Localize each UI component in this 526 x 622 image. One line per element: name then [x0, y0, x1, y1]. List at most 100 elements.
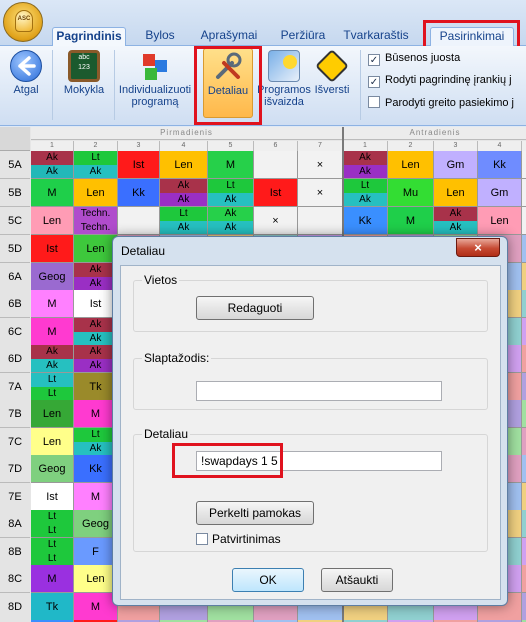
lesson-cell[interactable] [522, 428, 526, 456]
lesson-cell[interactable] [522, 345, 526, 373]
lesson-cell[interactable] [522, 207, 526, 235]
lesson-cell[interactable]: Lt Lt [31, 373, 74, 401]
password-field[interactable] [196, 381, 442, 401]
lesson-cell[interactable]: M [388, 207, 434, 235]
application-orb[interactable]: ASC [3, 2, 43, 42]
lesson-cell[interactable]: Ist [31, 483, 74, 511]
lesson-cell[interactable] [298, 207, 343, 235]
lesson-cell[interactable]: Len [478, 207, 522, 235]
lesson-cell[interactable]: Ist [118, 151, 160, 179]
lesson-cell[interactable]: Geog [31, 455, 74, 483]
lesson-cell[interactable] [522, 593, 526, 621]
lesson-cell[interactable]: Lt Lt [31, 510, 74, 538]
lesson-cell[interactable] [522, 263, 526, 291]
lesson-cell[interactable] [522, 318, 526, 346]
lesson-cell[interactable]: Ak Ak [434, 207, 478, 235]
lesson-cell[interactable]: Len [160, 151, 208, 179]
lesson-cell[interactable]: Lt Ak [160, 207, 208, 235]
lesson-cell[interactable]: Len [434, 179, 478, 207]
tab-perziura[interactable]: Peržiūra [272, 27, 334, 46]
back-button[interactable]: Atgal [6, 48, 46, 118]
main-toolbar-label: Rodyti pagrindinę įrankių j [385, 74, 512, 86]
lesson-cell[interactable] [522, 455, 526, 483]
translate-button[interactable]: Išversti [312, 48, 352, 118]
cancel-button[interactable]: Atšaukti [321, 568, 393, 592]
tab-pasirinkimai[interactable]: Pasirinkimai [430, 27, 514, 46]
lesson-label: Ist [89, 298, 102, 310]
lesson-cell[interactable]: Ak Ak [208, 207, 254, 235]
lesson-cell[interactable]: Len [31, 207, 74, 235]
lesson-cell[interactable]: Len [74, 179, 118, 207]
customize-program-button[interactable]: Individualizuoti programą [118, 48, 192, 118]
lesson-cell[interactable]: M [31, 290, 74, 318]
lesson-cell[interactable]: Ist [254, 179, 298, 207]
lesson-label: Ist [46, 243, 58, 255]
details-command-field[interactable]: !swapdays 1 5 [196, 451, 442, 471]
lesson-cell[interactable]: Lt Lt [31, 538, 74, 566]
lesson-cell[interactable]: Ak Ak [31, 151, 74, 179]
lesson-label: Tk [89, 381, 102, 393]
lesson-cell[interactable]: Lt Ak [343, 179, 388, 207]
lesson-cell[interactable] [522, 235, 526, 263]
move-lessons-button[interactable]: Perkelti pamokas [196, 501, 314, 525]
lesson-cell[interactable] [522, 373, 526, 401]
lesson-cell[interactable]: M [31, 318, 74, 346]
lesson-cell[interactable] [522, 510, 526, 538]
status-bar-checkbox[interactable]: ✓ Būsenos juosta [368, 52, 460, 70]
edit-button[interactable]: Redaguoti [196, 296, 314, 320]
lesson-cell[interactable]: × [254, 207, 298, 235]
lesson-cell[interactable]: Len [388, 151, 434, 179]
lesson-cell[interactable]: Kk [343, 207, 388, 235]
lesson-cell[interactable] [522, 151, 526, 179]
lesson-cell[interactable]: Mu [388, 179, 434, 207]
confirm-checkbox[interactable]: Patvirtinimas [196, 532, 281, 546]
tab-bylos[interactable]: Bylos [134, 27, 186, 46]
lesson-cell[interactable]: M [208, 151, 254, 179]
lesson-cell[interactable]: Techn. Techn. [74, 207, 118, 235]
details-button[interactable]: Detaliau [203, 48, 253, 118]
lesson-cell[interactable]: Tk [31, 593, 74, 621]
period-header: 4 [160, 141, 208, 151]
lesson-cell[interactable]: Len [31, 400, 74, 428]
lesson-cell[interactable]: Lt Ak [208, 179, 254, 207]
lesson-label: Gm [446, 159, 465, 171]
lesson-cell[interactable] [522, 290, 526, 318]
lesson-cell[interactable]: Ak Ak [343, 151, 388, 179]
lesson-label: M [405, 215, 416, 227]
lesson-cell[interactable]: Lt Ak [74, 151, 118, 179]
tab-aprasymai[interactable]: Aprašymai [196, 27, 262, 46]
lesson-label: Kk [493, 159, 506, 171]
school-button[interactable]: abc 123 Mokykla [58, 48, 110, 118]
lesson-cell[interactable]: Kk [478, 151, 522, 179]
lesson-cell[interactable]: × [298, 151, 343, 179]
lesson-cell[interactable] [118, 207, 160, 235]
lesson-cell[interactable]: × [298, 179, 343, 207]
main-toolbar-checkbox[interactable]: ✓ Rodyti pagrindinę įrankių j [368, 74, 512, 92]
lesson-cell[interactable] [522, 538, 526, 566]
lesson-cell[interactable]: Kk [118, 179, 160, 207]
ok-button[interactable]: OK [232, 568, 304, 592]
lesson-cell[interactable]: Gm [434, 151, 478, 179]
lesson-cell[interactable] [522, 179, 526, 207]
unchecked-box-icon [196, 533, 208, 545]
tab-pagrindinis[interactable]: Pagrindinis [52, 27, 126, 46]
lesson-cell[interactable] [254, 151, 298, 179]
lesson-cell[interactable] [522, 483, 526, 511]
lesson-cell[interactable]: Geog [31, 263, 74, 291]
confirm-label: Patvirtinimas [212, 532, 281, 546]
period-header: 2 [388, 141, 434, 151]
close-icon[interactable]: × [456, 238, 500, 257]
lesson-cell[interactable]: M [31, 565, 74, 593]
tab-tvarkarastis[interactable]: Tvarkaraštis [336, 27, 416, 46]
lesson-cell[interactable]: Ak Ak [160, 179, 208, 207]
ribbon-panel: Atgal abc 123 Mokykla Individualizuoti pr… [0, 46, 526, 126]
appearance-button[interactable]: Programos išvaizda [254, 48, 314, 118]
quick-access-checkbox[interactable]: Parodyti greito pasiekimo j [368, 96, 514, 114]
lesson-cell[interactable]: Ak Ak [31, 345, 74, 373]
lesson-cell[interactable]: Gm [478, 179, 522, 207]
lesson-cell[interactable]: Ist [31, 235, 74, 263]
lesson-cell[interactable]: M [31, 179, 74, 207]
lesson-cell[interactable] [522, 400, 526, 428]
lesson-cell[interactable]: Len [31, 428, 74, 456]
lesson-cell[interactable] [522, 565, 526, 593]
